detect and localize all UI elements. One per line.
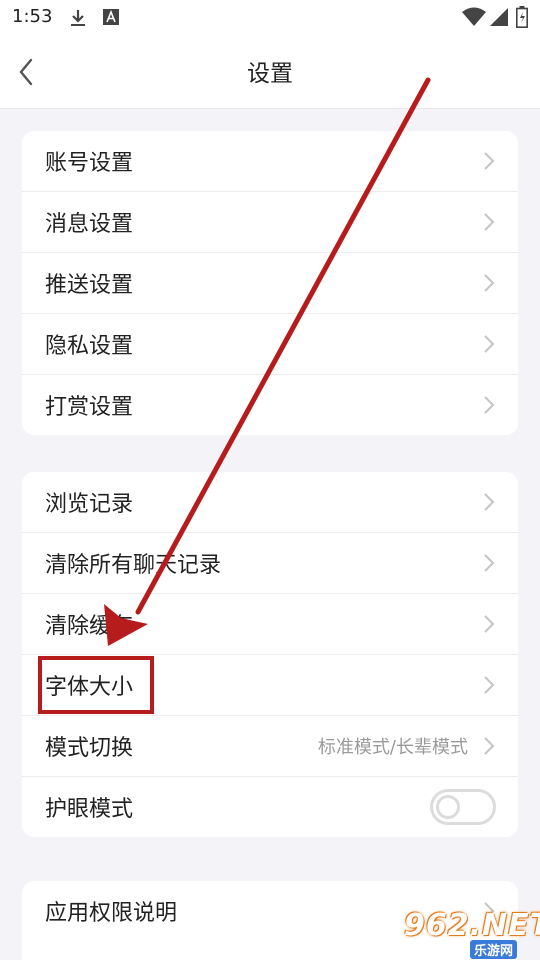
status-bar: 1:53 bbox=[0, 0, 540, 36]
chevron-right-icon bbox=[484, 274, 495, 292]
settings-item-mode-switch[interactable]: 模式切换 标准模式/长辈模式 bbox=[22, 716, 518, 777]
page-title: 设置 bbox=[247, 61, 293, 87]
watermark-text: 962.NET bbox=[404, 908, 540, 943]
watermark-subtext: 乐游网 bbox=[470, 940, 518, 959]
notification-a-icon bbox=[103, 9, 119, 25]
chevron-right-icon bbox=[484, 737, 495, 755]
chevron-right-icon bbox=[484, 493, 495, 511]
settings-item-label: 消息设置 bbox=[45, 212, 134, 237]
chevron-right-icon bbox=[484, 335, 495, 353]
settings-item-label: 推送设置 bbox=[45, 273, 134, 298]
settings-item-message[interactable]: 消息设置 bbox=[22, 192, 518, 253]
chevron-right-icon bbox=[484, 396, 495, 414]
signal-icon bbox=[490, 8, 508, 26]
settings-item-value: 标准模式/长辈模式 bbox=[317, 737, 468, 758]
settings-item-clear-chats[interactable]: 清除所有聊天记录 bbox=[22, 533, 518, 594]
settings-item-account[interactable]: 账号设置 bbox=[22, 131, 518, 192]
settings-item-label: 模式切换 bbox=[45, 736, 134, 761]
download-icon bbox=[71, 10, 85, 26]
settings-item-clear-cache[interactable]: 清除缓存 bbox=[22, 594, 518, 655]
chevron-right-icon bbox=[484, 615, 495, 633]
settings-item-label: 打赏设置 bbox=[45, 395, 134, 420]
highlight-box bbox=[38, 656, 154, 714]
settings-item-label: 应用权限说明 bbox=[45, 901, 178, 926]
settings-item-label: 清除缓存 bbox=[45, 614, 134, 639]
settings-item-label: 浏览记录 bbox=[45, 492, 134, 517]
wifi-icon bbox=[462, 7, 486, 26]
settings-item-push[interactable]: 推送设置 bbox=[22, 253, 518, 314]
eye-care-toggle[interactable] bbox=[430, 789, 496, 825]
settings-item-browse-history[interactable]: 浏览记录 bbox=[22, 472, 518, 533]
toggle-knob bbox=[436, 795, 460, 819]
app-bar: 设置 bbox=[0, 36, 540, 109]
settings-item-privacy[interactable]: 隐私设置 bbox=[22, 314, 518, 375]
settings-item-eye-care: 护眼模式 bbox=[22, 777, 518, 837]
settings-item-label: 账号设置 bbox=[45, 151, 134, 176]
settings-item-label: 清除所有聊天记录 bbox=[45, 553, 222, 578]
chevron-right-icon bbox=[484, 213, 495, 231]
chevron-right-icon bbox=[484, 152, 495, 170]
chevron-right-icon bbox=[484, 676, 495, 694]
status-time: 1:53 bbox=[12, 6, 53, 27]
watermark-logo: 962.NET 乐游网 bbox=[400, 908, 540, 959]
settings-group-general: 浏览记录 清除所有聊天记录 清除缓存 字体大小 模式切换 标准模式/长辈模式 护… bbox=[22, 472, 518, 837]
settings-group-account: 账号设置 消息设置 推送设置 隐私设置 打赏设置 bbox=[22, 131, 518, 435]
settings-item-tipping[interactable]: 打赏设置 bbox=[22, 375, 518, 435]
settings-item-label: 护眼模式 bbox=[45, 797, 134, 822]
chevron-right-icon bbox=[484, 554, 495, 572]
settings-item-label: 隐私设置 bbox=[45, 334, 134, 359]
battery-icon bbox=[516, 6, 528, 28]
